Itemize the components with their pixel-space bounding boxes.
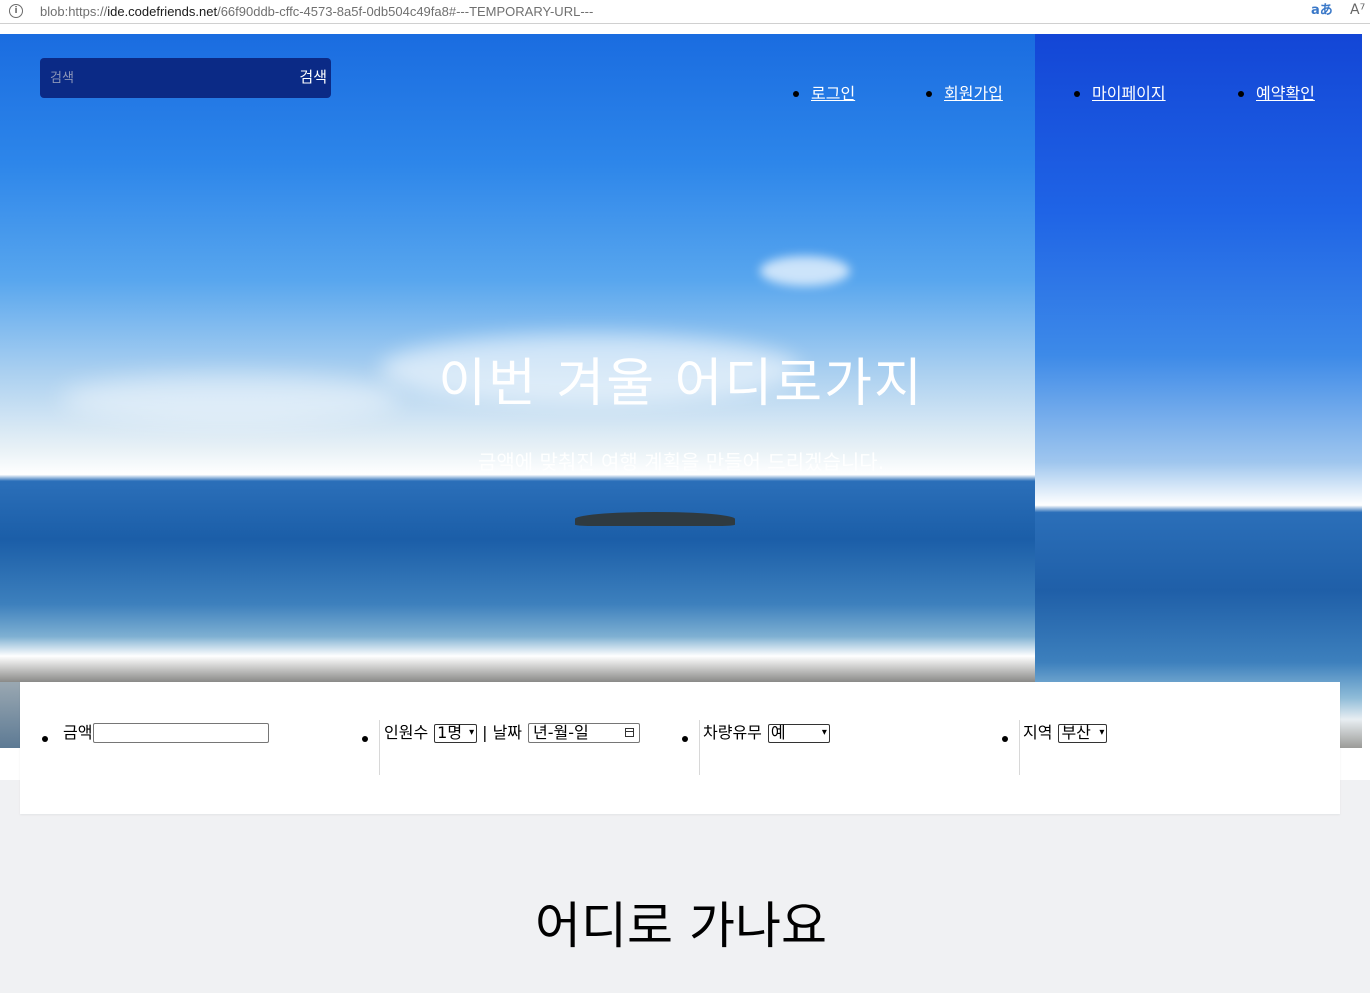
bullet bbox=[1074, 91, 1080, 97]
bullet bbox=[926, 91, 932, 97]
divider bbox=[379, 720, 380, 775]
signup-link[interactable]: 회원가입 bbox=[944, 80, 1003, 108]
section-heading: 어디로 가나요 bbox=[535, 897, 827, 955]
car-select-value: 예 bbox=[770, 723, 786, 742]
bullet bbox=[1002, 736, 1008, 742]
bullet bbox=[793, 91, 799, 97]
filter-region: 지역 부산 ▾ bbox=[1000, 682, 1340, 814]
amount-label: 금액 bbox=[63, 723, 93, 742]
region-select[interactable]: 부산 ▾ bbox=[1058, 723, 1108, 743]
divider bbox=[699, 720, 700, 775]
hero-title: 이번 겨울 어디로가지 bbox=[438, 354, 924, 414]
people-label: 인원수 bbox=[384, 723, 429, 742]
car-label: 차량유무 bbox=[703, 723, 762, 742]
url-rest: /66f90ddb-cffc-4573-8a5f-0db504c49fa8#--… bbox=[217, 4, 594, 19]
region-select-value: 부산 bbox=[1061, 723, 1091, 742]
url-prefix: blob:https:// bbox=[40, 4, 108, 19]
filter-people-date: 인원수 1명 ▾ | 날짜 년-월-일 bbox=[360, 682, 680, 814]
filter-region-content: 지역 부산 ▾ bbox=[1023, 722, 1108, 744]
bullet bbox=[362, 736, 368, 742]
chevron-down-icon: ▾ bbox=[1099, 727, 1105, 738]
filter-amount: 금액 bbox=[20, 682, 360, 814]
car-select[interactable]: 예 ▾ bbox=[767, 723, 830, 743]
cloud bbox=[760, 256, 850, 286]
url-host: ide.codefriends.net bbox=[107, 4, 218, 19]
mypage-link[interactable]: 마이페이지 bbox=[1092, 80, 1166, 108]
page-gap bbox=[0, 24, 1370, 34]
chevron-down-icon: ▾ bbox=[821, 727, 827, 738]
bullet bbox=[1238, 91, 1244, 97]
chevron-down-icon: ▾ bbox=[469, 727, 475, 738]
bullet bbox=[682, 736, 688, 742]
island bbox=[575, 512, 735, 526]
read-aloud-icon[interactable]: aあ bbox=[1311, 1, 1333, 21]
address-bar[interactable]: i blob:https://ide.codefriends.net/66f90… bbox=[0, 0, 1370, 24]
hero-section: 검색 로그인 회원가입 마이페이지 예약확인 이번 겨울 어디로가지 금액에 맞… bbox=[0, 34, 1362, 748]
people-select-value: 1명 bbox=[437, 723, 463, 742]
date-placeholder: 년-월-일 bbox=[533, 723, 589, 742]
people-select[interactable]: 1명 ▾ bbox=[434, 723, 478, 743]
url-text[interactable]: blob:https://ide.codefriends.net/66f90dd… bbox=[40, 2, 593, 22]
top-nav: 로그인 회원가입 마이페이지 예약확인 bbox=[0, 80, 1362, 110]
reservation-link[interactable]: 예약확인 bbox=[1256, 80, 1315, 108]
filter-card: 금액 인원수 1명 ▾ | 날짜 년-월-일 차량유무 예 ▾ 지역 부산 ▾ bbox=[20, 682, 1340, 814]
filter-amount-content: 금액 bbox=[63, 722, 270, 744]
filter-car: 차량유무 예 ▾ bbox=[680, 682, 1000, 814]
info-icon[interactable]: i bbox=[9, 4, 23, 18]
divider bbox=[1019, 720, 1020, 775]
filter-car-content: 차량유무 예 ▾ bbox=[703, 722, 830, 744]
date-input[interactable]: 년-월-일 bbox=[528, 723, 641, 743]
region-label: 지역 bbox=[1023, 723, 1053, 742]
separator: | bbox=[482, 723, 488, 742]
amount-input[interactable] bbox=[93, 723, 270, 743]
text-size-icon[interactable]: A⁷ bbox=[1350, 0, 1365, 20]
date-label: 날짜 bbox=[492, 723, 523, 742]
hero-subtitle: 금액에 맞춰진 여행 계획을 만들어 드리겠습니다. bbox=[477, 450, 885, 474]
calendar-icon[interactable] bbox=[625, 728, 635, 737]
login-link[interactable]: 로그인 bbox=[811, 80, 855, 108]
filter-people-date-content: 인원수 1명 ▾ | 날짜 년-월-일 bbox=[384, 722, 641, 744]
bullet bbox=[42, 736, 48, 742]
